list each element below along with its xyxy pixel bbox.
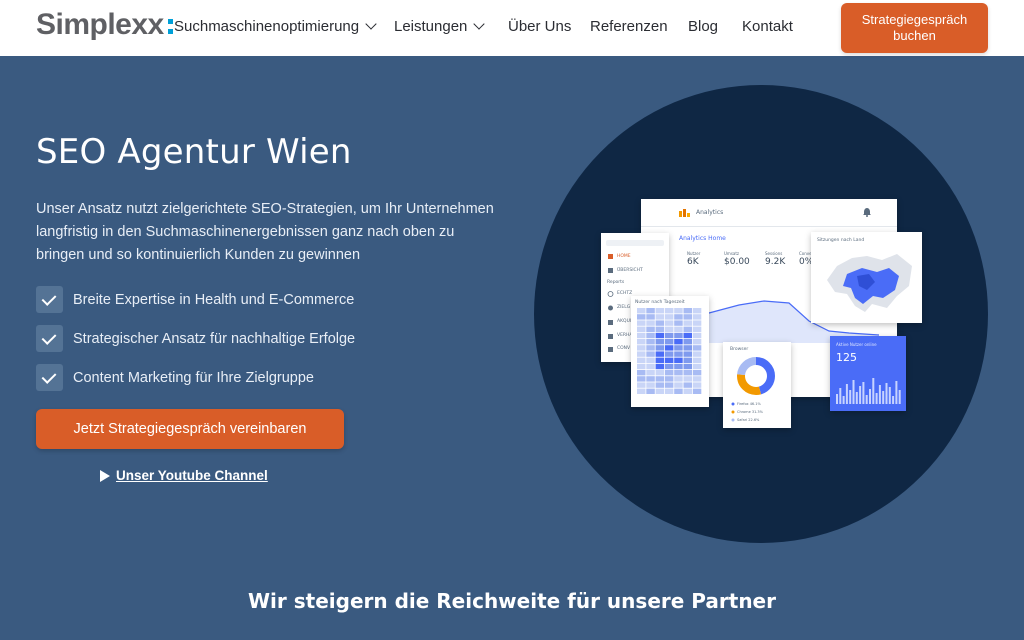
list-item: Breite Expertise in Health und E-Commerc… <box>36 286 355 313</box>
logo-dots-icon <box>168 19 173 34</box>
metric-label: Sessions <box>765 251 783 256</box>
partners-heading: Wir steigern die Reichweite für unsere P… <box>248 589 776 613</box>
cta-line: buchen <box>893 28 936 43</box>
metric-value: $0.00 <box>724 257 750 267</box>
sidebar-item-label: HOME <box>617 254 631 259</box>
nav-item-label: Blog <box>688 18 719 35</box>
hero-title: SEO Agentur Wien <box>36 132 352 172</box>
feature-text: Content Marketing für Ihre Zielgruppe <box>73 369 314 386</box>
metric-label: Umsatz <box>724 251 740 256</box>
nav-item-kontakt[interactable]: Kontakt <box>742 18 793 35</box>
list-item: Strategischer Ansatz für nachhaltige Erf… <box>36 325 355 352</box>
browser-donut-card: Browser Firefox 46.1% Chrome 31.3% Safar… <box>723 342 791 428</box>
legend-item: Chrome 31.3% <box>737 410 763 414</box>
hero-description: Unser Ansatz nutzt zielgerichtete SEO-St… <box>36 201 494 263</box>
chevron-down-icon <box>365 18 377 30</box>
nav-item-label: Referenzen <box>590 18 668 35</box>
youtube-channel-link[interactable]: Unser Youtube Channel <box>100 468 268 483</box>
bell-icon <box>863 208 871 217</box>
nav-item-label: Kontakt <box>742 18 793 35</box>
cta-line: Strategiegespräch <box>861 12 968 27</box>
sidebar-item-label: AKQUI <box>617 319 632 324</box>
nav-item-label: Suchmaschinenoptimierung <box>174 18 360 35</box>
users-bar-graphic <box>836 378 901 404</box>
feature-list: Breite Expertise in Health und E-Commerc… <box>36 286 355 403</box>
sidebar-item-label: ZIELG <box>617 305 631 310</box>
sidebar-item-label: ÜBERSICHT <box>617 268 643 273</box>
sidebar-icons <box>607 254 614 352</box>
europe-map-graphic <box>827 254 912 312</box>
logo[interactable]: Simplexx <box>36 8 164 42</box>
donut-title: Browser <box>730 347 749 352</box>
youtube-link-label: Unser Youtube Channel <box>116 468 268 483</box>
analytics-logo-icon <box>679 209 690 217</box>
legend-item: Safari 22.6% <box>737 418 760 422</box>
feature-text: Breite Expertise in Health und E-Commerc… <box>73 291 355 308</box>
nav-item-label: Leistungen <box>394 18 468 35</box>
legend-dots <box>731 402 735 422</box>
checkmark-icon <box>36 325 63 352</box>
heatmap-title: Nutzer nach Tageszeit <box>635 300 685 305</box>
book-strategy-button[interactable]: Strategiegespräch buchen <box>841 3 988 53</box>
schedule-strategy-button[interactable]: Jetzt Strategiegespräch vereinbaren <box>36 409 344 449</box>
donut-chart-graphic <box>737 357 775 395</box>
heatmap-graphic <box>637 308 702 394</box>
nav-item-seo[interactable]: Suchmaschinenoptimierung <box>174 18 377 35</box>
play-icon <box>100 469 110 482</box>
chevron-down-icon <box>473 18 486 30</box>
checkmark-icon <box>36 286 63 313</box>
metric-label: Nutzer <box>687 251 701 256</box>
users-value: 125 <box>836 351 857 364</box>
nav-item-label: Über Uns <box>508 18 572 35</box>
nav-item-blog[interactable]: Blog <box>688 18 718 35</box>
legend-item: Firefox 46.1% <box>737 402 761 406</box>
active-users-card: Aktive Nutzer online 125 <box>830 336 906 411</box>
analytics-title: Analytics <box>696 209 724 216</box>
metric-value: 6K <box>687 257 699 267</box>
list-item: Content Marketing für Ihre Zielgruppe <box>36 364 355 391</box>
map-card: Sitzungen nach Land <box>811 232 922 323</box>
users-title: Aktive Nutzer online <box>836 342 877 347</box>
analytics-home-label: Analytics Home <box>679 235 726 242</box>
sidebar-item-label: ECHTZ <box>617 291 633 296</box>
checkmark-icon <box>36 364 63 391</box>
nav-item-referenzen[interactable]: Referenzen <box>590 18 668 35</box>
map-title: Sitzungen nach Land <box>817 238 865 243</box>
nav-item-leistungen[interactable]: Leistungen <box>394 18 486 35</box>
sidebar-item-label: CONV <box>617 346 631 351</box>
feature-text: Strategischer Ansatz für nachhaltige Erf… <box>73 330 356 347</box>
site-header: Simplexx Suchmaschinenoptimierung Leistu… <box>0 0 1024 56</box>
nav-item-ueber-uns[interactable]: Über Uns <box>508 18 571 35</box>
metric-value: 9.2K <box>765 257 786 267</box>
heatmap-card: Nutzer nach Tageszeit <box>631 296 709 407</box>
